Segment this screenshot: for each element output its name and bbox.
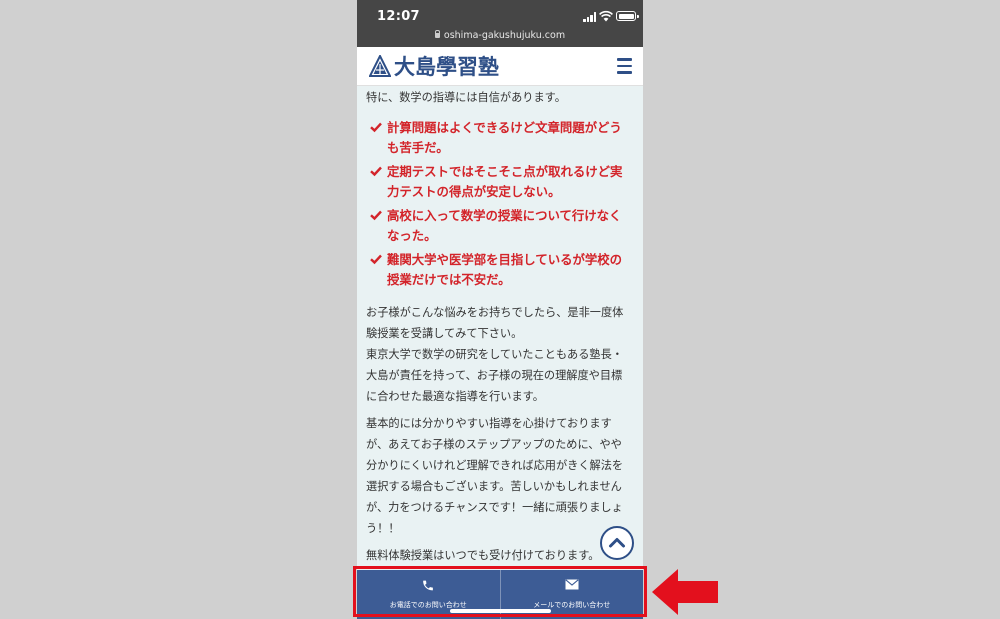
paragraph-line: 験授業を受講してみて下さい。 — [366, 327, 523, 340]
paragraph-line: が、力をつけるチャンスです！一緒に頑張りましょ — [366, 501, 623, 514]
chevron-up-icon — [609, 538, 625, 548]
phone-screen: 12:07 oshima-gakushujuku.com 大島學習塾 特に、数学… — [357, 0, 643, 619]
checkmark-icon — [370, 210, 382, 221]
checklist-line: 力テストの得点が安定しない。 — [387, 184, 561, 199]
paragraph-line: 大島が責任を持って、お子様の現在の理解度や目標 — [366, 369, 623, 382]
logo-emblem-icon — [369, 55, 391, 77]
wifi-icon — [599, 10, 613, 22]
paragraph-line: 基本的には分かりやすい指導を心掛けております — [366, 417, 612, 430]
logo-text: 大島學習塾 — [394, 54, 499, 79]
paragraph-line: に合わせた最適な指導を行います。 — [366, 390, 544, 403]
checklist-line: 計算問題はよくできるけど文章問題がどう — [387, 120, 622, 135]
lock-icon — [434, 29, 440, 38]
checkmark-icon — [370, 254, 382, 265]
checklist-line: 難関大学や医学部を目指しているが学校の — [387, 252, 623, 267]
pointer-arrow-icon — [652, 569, 718, 615]
site-logo[interactable]: 大島學習塾 — [369, 53, 499, 79]
paragraph-trial-lesson: お子様がこんな悩みをお持ちでしたら、是非一度体 験授業を受講してみて下さい。 東… — [366, 302, 636, 407]
paragraph-line: 選択する場合もございます。苦しいかもしれません — [366, 480, 622, 493]
paragraph-line: お子様がこんな悩みをお持ちでしたら、是非一度体 — [366, 306, 624, 319]
address-bar[interactable]: oshima-gakushujuku.com — [357, 29, 643, 41]
signal-icon — [583, 12, 597, 22]
checklist-line: 定期テストではそこそこ点が取れるけど実 — [387, 164, 623, 179]
checklist-line: なった。 — [387, 228, 437, 243]
checklist-line: 授業だけでは不安だ。 — [387, 272, 511, 287]
checklist-line: 高校に入って数学の授業について行けなく — [387, 208, 622, 223]
status-bar: 12:07 oshima-gakushujuku.com — [357, 0, 643, 47]
paragraph-line: う！！ — [366, 522, 400, 535]
paragraph-line: 東京大学で数学の研究をしていたこともある塾長・ — [366, 348, 623, 361]
checkmark-icon — [370, 122, 382, 133]
checkmark-icon — [370, 166, 382, 177]
paragraph-teaching-policy: 基本的には分かりやすい指導を心掛けております が、あえてお子様のステップアップの… — [366, 413, 636, 539]
paragraph-line: が、あえてお子様のステップアップのために、やや — [366, 438, 622, 451]
scroll-to-top-button[interactable] — [600, 526, 634, 560]
site-header: 大島學習塾 — [357, 47, 643, 86]
status-time: 12:07 — [377, 9, 420, 24]
hamburger-menu-icon[interactable] — [617, 58, 632, 74]
highlight-box — [353, 566, 647, 617]
paragraph-line: 分かりにくいけれど理解できれば応用がきく解法を — [366, 459, 624, 472]
paragraph-free-trial: 無料体験授業はいつでも受け付けております。 — [366, 549, 600, 562]
url-text: oshima-gakushujuku.com — [443, 30, 566, 41]
checklist-line: も苦手だ。 — [387, 140, 449, 155]
battery-icon — [616, 11, 639, 21]
intro-text: 特に、数学の指導には自信があります。 — [366, 91, 566, 104]
